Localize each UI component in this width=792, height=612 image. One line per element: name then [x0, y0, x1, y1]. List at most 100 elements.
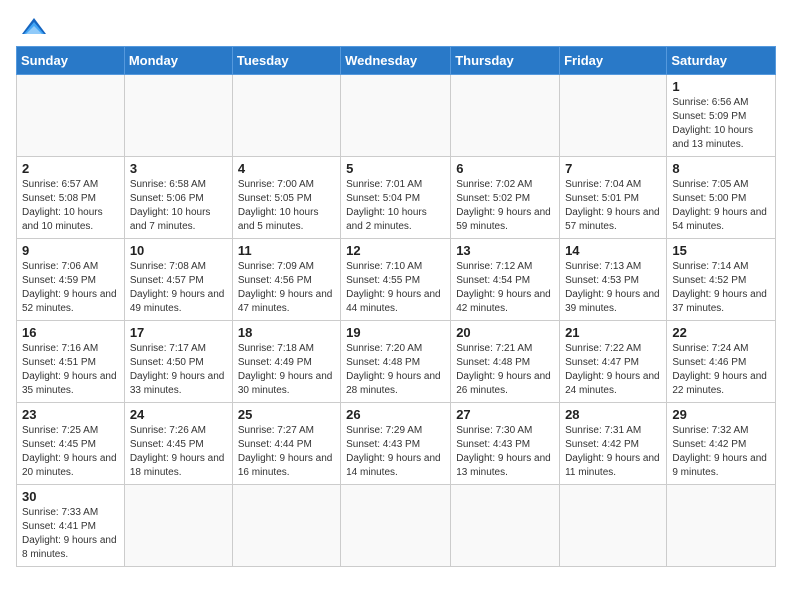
day-info: Sunrise: 7:09 AMSunset: 4:56 PMDaylight:…: [238, 260, 335, 316]
day-info: Sunrise: 7:22 AMSunset: 4:47 PMDaylight:…: [565, 342, 661, 398]
day-number: 5: [346, 161, 445, 176]
logo-icon: [20, 16, 48, 38]
calendar-cell: 4Sunrise: 7:00 AMSunset: 5:05 PMDaylight…: [232, 157, 340, 239]
day-info: Sunrise: 7:20 AMSunset: 4:48 PMDaylight:…: [346, 342, 445, 398]
calendar-cell: 11 Sunrise: 7:09 AMSunset: 4:56 PMDayligh…: [232, 239, 340, 321]
day-number: 21: [565, 325, 661, 340]
day-info: Sunrise: 7:06 AMSunset: 4:59 PMDaylight:…: [22, 260, 119, 316]
calendar-cell: [451, 75, 560, 157]
day-header-monday: Monday: [124, 47, 232, 75]
day-info: Sunrise: 7:31 AMSunset: 4:42 PMDaylight:…: [565, 424, 661, 480]
calendar-cell: 2 Sunrise: 6:57 AMSunset: 5:08 PMDaylight…: [17, 157, 125, 239]
day-number: 12: [346, 243, 445, 258]
calendar-week-6: 30 Sunrise: 7:33 AMSunset: 4:41 PMDayligh…: [17, 485, 776, 567]
day-number: 1: [672, 79, 770, 94]
calendar-cell: 23 Sunrise: 7:25 AMSunset: 4:45 PMDayligh…: [17, 403, 125, 485]
day-info: Sunrise: 7:32 AMSunset: 4:42 PMDaylight:…: [672, 424, 770, 480]
calendar-cell: 9Sunrise: 7:06 AMSunset: 4:59 PMDaylight…: [17, 239, 125, 321]
day-info: Sunrise: 7:25 AMSunset: 4:45 PMDaylight:…: [22, 424, 119, 480]
day-info: Sunrise: 7:18 AMSunset: 4:49 PMDaylight:…: [238, 342, 335, 398]
day-number: 7: [565, 161, 661, 176]
calendar-cell: [341, 75, 451, 157]
calendar-cell: [560, 485, 667, 567]
day-info: Sunrise: 7:08 AMSunset: 4:57 PMDaylight:…: [130, 260, 227, 316]
calendar-cell: 17 Sunrise: 7:17 AMSunset: 4:50 PMDayligh…: [124, 321, 232, 403]
day-info: Sunrise: 7:26 AMSunset: 4:45 PMDaylight:…: [130, 424, 227, 480]
day-header-tuesday: Tuesday: [232, 47, 340, 75]
day-number: 29: [672, 407, 770, 422]
day-number: 6: [456, 161, 554, 176]
calendar-cell: 18 Sunrise: 7:18 AMSunset: 4:49 PMDayligh…: [232, 321, 340, 403]
day-header-wednesday: Wednesday: [341, 47, 451, 75]
day-info: Sunrise: 7:27 AMSunset: 4:44 PMDaylight:…: [238, 424, 335, 480]
day-info: Sunrise: 7:29 AMSunset: 4:43 PMDaylight:…: [346, 424, 445, 480]
day-info: Sunrise: 7:33 AMSunset: 4:41 PMDaylight:…: [22, 506, 119, 562]
day-info: Sunrise: 7:00 AMSunset: 5:05 PMDaylight:…: [238, 178, 335, 234]
day-info: Sunrise: 7:01 AMSunset: 5:04 PMDaylight:…: [346, 178, 445, 234]
day-info: Sunrise: 7:12 AMSunset: 4:54 PMDaylight:…: [456, 260, 554, 316]
logo: [16, 16, 50, 38]
day-number: 27: [456, 407, 554, 422]
day-number: 15: [672, 243, 770, 258]
logo-area: [16, 16, 50, 38]
calendar-cell: [232, 75, 340, 157]
calendar-week-5: 23 Sunrise: 7:25 AMSunset: 4:45 PMDayligh…: [17, 403, 776, 485]
calendar-week-2: 2 Sunrise: 6:57 AMSunset: 5:08 PMDaylight…: [17, 157, 776, 239]
day-number: 13: [456, 243, 554, 258]
calendar-cell: 25 Sunrise: 7:27 AMSunset: 4:44 PMDayligh…: [232, 403, 340, 485]
calendar-cell: 29 Sunrise: 7:32 AMSunset: 4:42 PMDayligh…: [667, 403, 776, 485]
day-number: 20: [456, 325, 554, 340]
calendar-week-3: 9Sunrise: 7:06 AMSunset: 4:59 PMDaylight…: [17, 239, 776, 321]
calendar-cell: 28 Sunrise: 7:31 AMSunset: 4:42 PMDayligh…: [560, 403, 667, 485]
calendar-cell: 15 Sunrise: 7:14 AMSunset: 4:52 PMDayligh…: [667, 239, 776, 321]
calendar-cell: 8Sunrise: 7:05 AMSunset: 5:00 PMDaylight…: [667, 157, 776, 239]
calendar-cell: 21 Sunrise: 7:22 AMSunset: 4:47 PMDayligh…: [560, 321, 667, 403]
calendar-cell: 12 Sunrise: 7:10 AMSunset: 4:55 PMDayligh…: [341, 239, 451, 321]
day-info: Sunrise: 7:14 AMSunset: 4:52 PMDaylight:…: [672, 260, 770, 316]
header: [16, 16, 776, 38]
day-number: 25: [238, 407, 335, 422]
calendar-cell: [124, 75, 232, 157]
calendar-cell: 3 Sunrise: 6:58 AMSunset: 5:06 PMDaylight…: [124, 157, 232, 239]
calendar-cell: [667, 485, 776, 567]
day-info: Sunrise: 6:58 AMSunset: 5:06 PMDaylight:…: [130, 178, 227, 234]
calendar-cell: 5 Sunrise: 7:01 AMSunset: 5:04 PMDaylight…: [341, 157, 451, 239]
day-number: 28: [565, 407, 661, 422]
day-info: Sunrise: 7:17 AMSunset: 4:50 PMDaylight:…: [130, 342, 227, 398]
day-number: 22: [672, 325, 770, 340]
day-header-thursday: Thursday: [451, 47, 560, 75]
day-number: 24: [130, 407, 227, 422]
day-header-saturday: Saturday: [667, 47, 776, 75]
day-info: Sunrise: 7:21 AMSunset: 4:48 PMDaylight:…: [456, 342, 554, 398]
day-info: Sunrise: 7:02 AMSunset: 5:02 PMDaylight:…: [456, 178, 554, 234]
day-info: Sunrise: 7:10 AMSunset: 4:55 PMDaylight:…: [346, 260, 445, 316]
calendar-cell: 16Sunrise: 7:16 AMSunset: 4:51 PMDayligh…: [17, 321, 125, 403]
day-info: Sunrise: 6:57 AMSunset: 5:08 PMDaylight:…: [22, 178, 119, 234]
calendar-cell: 26Sunrise: 7:29 AMSunset: 4:43 PMDayligh…: [341, 403, 451, 485]
day-number: 18: [238, 325, 335, 340]
calendar-cell: [232, 485, 340, 567]
day-number: 19: [346, 325, 445, 340]
calendar-cell: 24 Sunrise: 7:26 AMSunset: 4:45 PMDayligh…: [124, 403, 232, 485]
day-number: 30: [22, 489, 119, 504]
calendar-cell: [560, 75, 667, 157]
calendar-cell: 22Sunrise: 7:24 AMSunset: 4:46 PMDayligh…: [667, 321, 776, 403]
day-info: Sunrise: 7:16 AMSunset: 4:51 PMDaylight:…: [22, 342, 119, 398]
calendar-cell: 20 Sunrise: 7:21 AMSunset: 4:48 PMDayligh…: [451, 321, 560, 403]
calendar-cell: 10Sunrise: 7:08 AMSunset: 4:57 PMDayligh…: [124, 239, 232, 321]
calendar-header-row: SundayMondayTuesdayWednesdayThursdayFrid…: [17, 47, 776, 75]
day-number: 23: [22, 407, 119, 422]
calendar-cell: 6 Sunrise: 7:02 AMSunset: 5:02 PMDaylight…: [451, 157, 560, 239]
calendar-cell: 27Sunrise: 7:30 AMSunset: 4:43 PMDayligh…: [451, 403, 560, 485]
calendar-table: SundayMondayTuesdayWednesdayThursdayFrid…: [16, 46, 776, 567]
calendar-cell: 19 Sunrise: 7:20 AMSunset: 4:48 PMDayligh…: [341, 321, 451, 403]
calendar-cell: [341, 485, 451, 567]
calendar-cell: [124, 485, 232, 567]
day-number: 11: [238, 243, 335, 258]
calendar-cell: 7Sunrise: 7:04 AMSunset: 5:01 PMDaylight…: [560, 157, 667, 239]
calendar-cell: 13 Sunrise: 7:12 AMSunset: 4:54 PMDayligh…: [451, 239, 560, 321]
day-number: 3: [130, 161, 227, 176]
day-info: Sunrise: 7:05 AMSunset: 5:00 PMDaylight:…: [672, 178, 770, 234]
day-number: 2: [22, 161, 119, 176]
day-number: 17: [130, 325, 227, 340]
